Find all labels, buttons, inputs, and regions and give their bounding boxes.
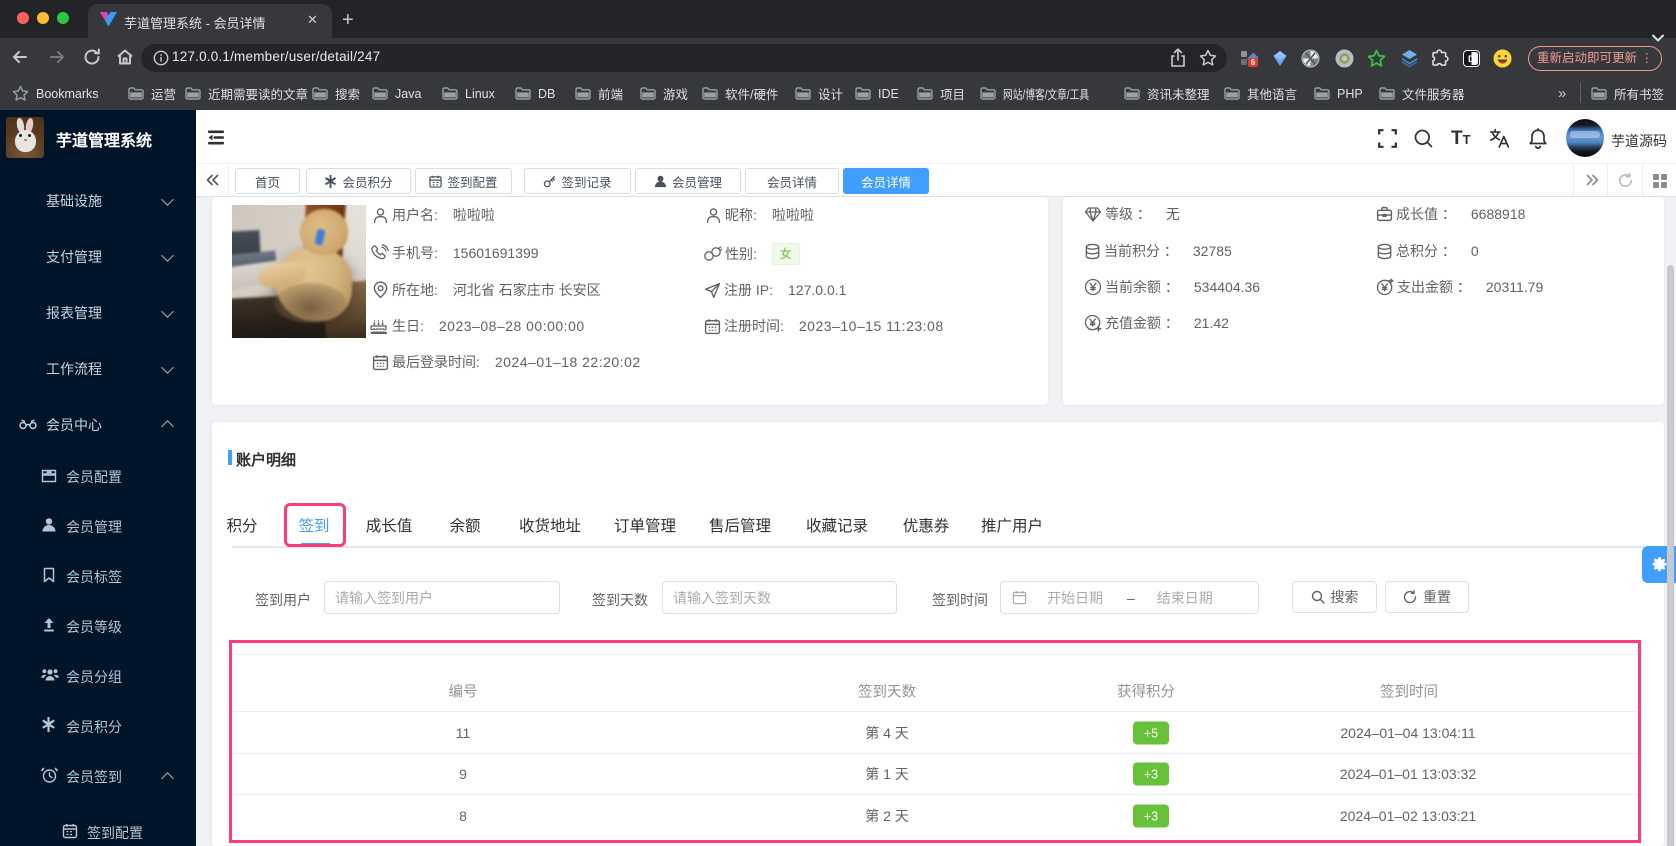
svg-text:D: D — [1468, 54, 1475, 64]
svg-text:6: 6 — [1251, 58, 1256, 67]
